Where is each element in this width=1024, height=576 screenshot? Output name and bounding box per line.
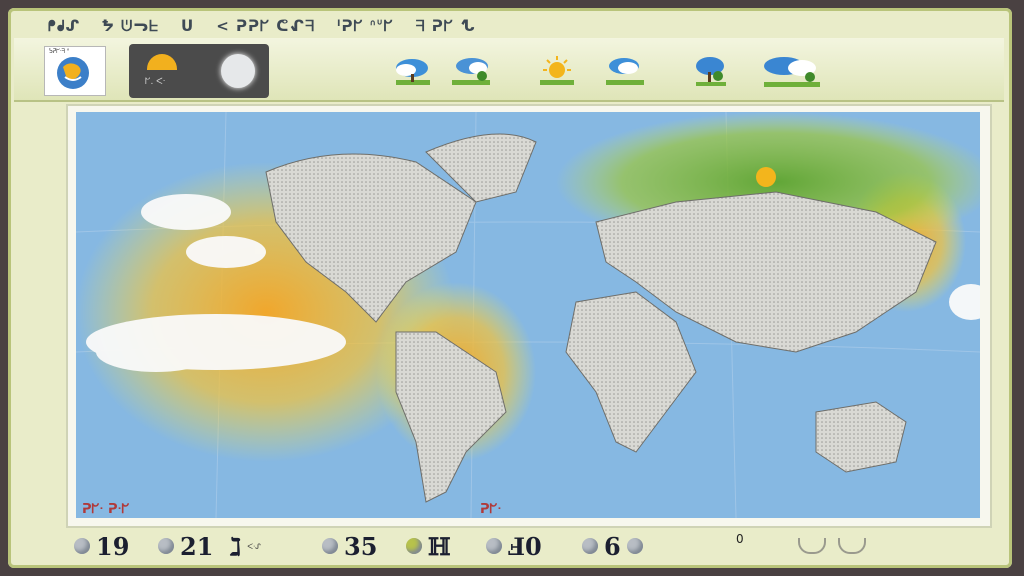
stat-item[interactable]: 21 bbox=[158, 532, 213, 561]
sun-marker-icon bbox=[756, 167, 776, 187]
cloudy-island-icon[interactable] bbox=[448, 52, 494, 92]
rain-tree-icon[interactable] bbox=[688, 52, 734, 92]
chevron-down-icon[interactable] bbox=[838, 538, 866, 554]
title-segment: ᑊᕈᖸ ᐢᐡᖸ bbox=[337, 17, 394, 35]
indicator-icon bbox=[322, 538, 338, 554]
stat-item[interactable]: 6 bbox=[582, 532, 643, 561]
stat-item[interactable]: 35 bbox=[322, 532, 377, 561]
map-label: ᕈᖸᐧ ᕈᐧᖸ bbox=[82, 502, 130, 517]
title-segment: ᖰᖱᔑ bbox=[48, 17, 81, 35]
title-segment: ᑌ bbox=[181, 17, 195, 35]
stat-item[interactable]: ℍ bbox=[406, 532, 451, 561]
indicator-icon bbox=[406, 538, 422, 554]
sunny-icon[interactable] bbox=[534, 52, 580, 92]
app-window: ᖰᖱᔑ ᖬ ᕫᓓᖶ ᑌ < ᕈᕈᖸ ᕦᖋᖷ ᑊᕈᖸ ᐢᐡᖸ ᖷ ᕈᖸ ᖍ ᕊᕈᖸ… bbox=[8, 8, 1012, 568]
world-map[interactable]: ᕈᖸᐧ ᕈᐧᖸ ᕈᖸᐧ bbox=[66, 104, 992, 528]
indicator-icon bbox=[626, 538, 643, 554]
storm-icon[interactable] bbox=[756, 52, 828, 92]
title-segment: < ᕈᕈᖸ ᕦᖋᖷ bbox=[216, 17, 316, 35]
title-bar: ᖰᖱᔑ ᖬ ᕫᓓᖶ ᑌ < ᕈᕈᖸ ᕦᖋᖷ ᑊᕈᖸ ᐢᐡᖸ ᖷ ᕈᖸ ᖍ bbox=[48, 14, 978, 38]
sun-moon-widget[interactable]: ᖸ. ᐸᐧ bbox=[129, 44, 269, 98]
widget-readout: ᖸ. ᐸᐧ bbox=[145, 77, 166, 87]
weather-map-canvas[interactable] bbox=[76, 112, 980, 518]
toolbar: ᕊᕈᖸᐧᖷ ᐢ ᖸ. ᐸᐧ bbox=[14, 38, 1004, 102]
indicator-icon bbox=[158, 538, 174, 554]
app-logo: ᕊᕈᖸᐧᖷ ᐢ bbox=[44, 46, 106, 96]
title-segment: ᖷ ᕈᖸ ᖍ bbox=[415, 17, 476, 35]
stat-item[interactable]: 19 bbox=[74, 532, 129, 561]
indicator-icon bbox=[582, 538, 598, 554]
cloudy-island-icon[interactable] bbox=[602, 52, 648, 92]
title-segment: ᖬ ᕫᓓᖶ bbox=[102, 17, 159, 35]
zero-label: 0 bbox=[736, 532, 744, 546]
stat-item[interactable]: Ⅎ0 bbox=[486, 532, 542, 561]
moon-icon bbox=[221, 54, 255, 88]
australia bbox=[815, 401, 907, 473]
indicator-icon bbox=[74, 538, 90, 554]
status-bar: 19 21 ℷ ᐸᐧᔑ 35 ℍ Ⅎ0 6 0 bbox=[66, 528, 988, 564]
indicator-icon bbox=[486, 538, 502, 554]
sunrise-icon bbox=[147, 54, 177, 70]
partly-cloudy-icon[interactable] bbox=[390, 52, 436, 92]
map-label: ᕈᖸᐧ bbox=[480, 502, 502, 517]
stat-item[interactable]: ℷ ᐸᐧᔑ bbox=[230, 532, 261, 561]
chevron-down-icon[interactable] bbox=[798, 538, 826, 554]
